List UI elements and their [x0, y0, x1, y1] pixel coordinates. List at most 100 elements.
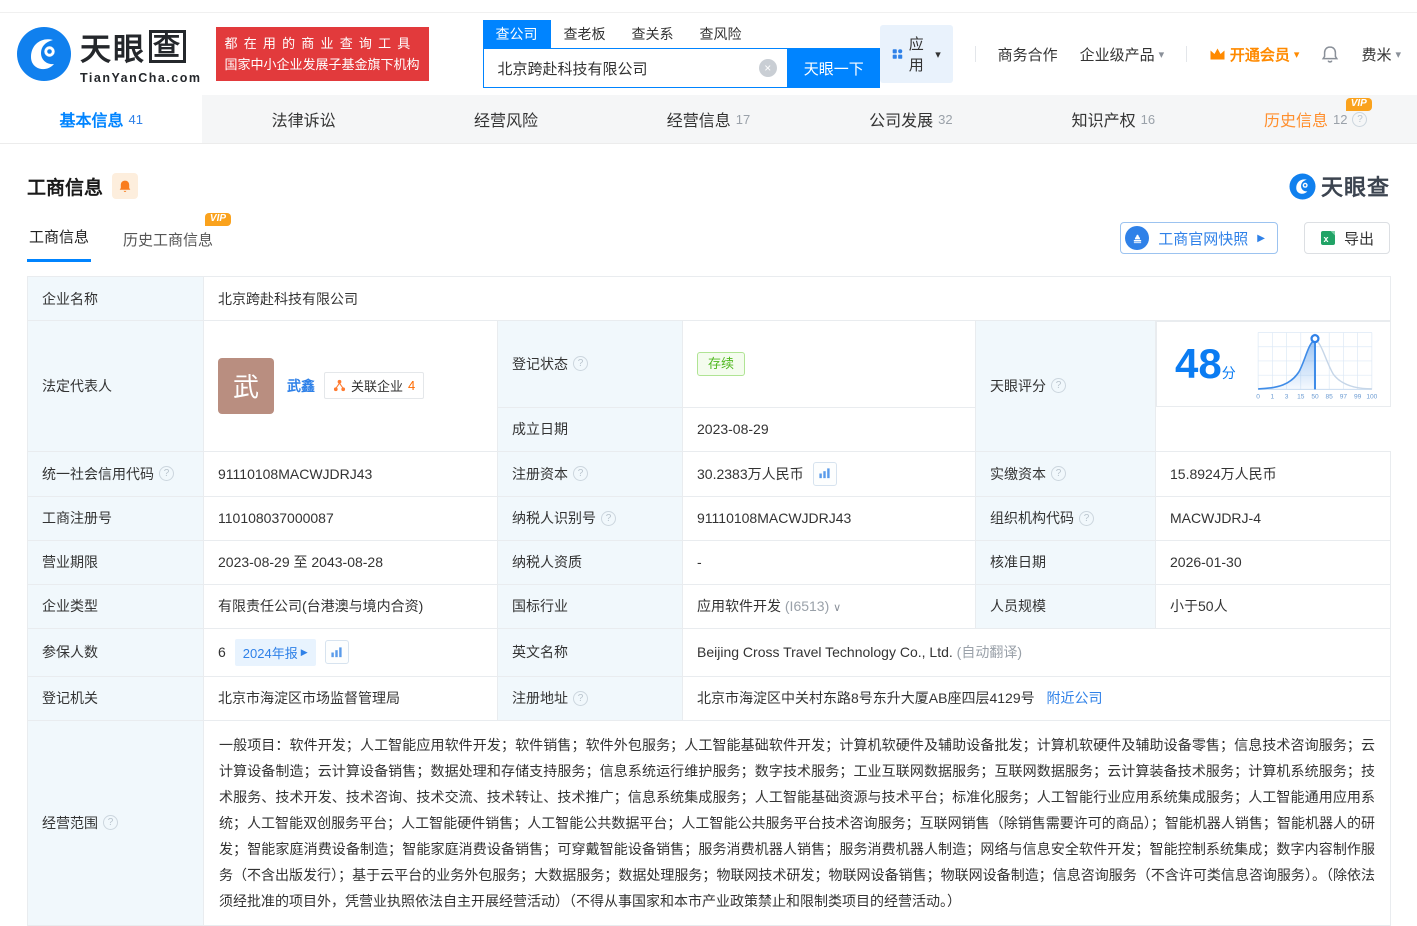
svg-text:100: 100 — [1366, 394, 1377, 401]
tab-operating-risk[interactable]: 经营风险 — [405, 95, 607, 143]
field-label: 纳税人资质 — [497, 539, 683, 585]
field-label: 法定代表人 — [27, 320, 204, 452]
auto-translate-note: (自动翻译) — [956, 644, 1022, 660]
apps-menu-button[interactable]: 应用 ▾ — [879, 25, 953, 83]
score-unit: 分 — [1221, 365, 1236, 381]
field-label: 人员规模 — [975, 583, 1156, 629]
chevron-down-icon: ▾ — [1395, 48, 1401, 61]
export-button[interactable]: x 导出 — [1303, 222, 1390, 254]
help-icon[interactable]: ? — [1352, 111, 1368, 127]
brand-domain: TianYanCha.com — [80, 70, 202, 85]
avatar[interactable]: 武 — [218, 357, 274, 414]
svg-text:x: x — [1323, 234, 1328, 244]
apps-grid-icon — [892, 49, 903, 59]
search-tabs: 查公司 查老板 查关系 查风险 — [482, 20, 880, 48]
crown-icon — [1210, 48, 1225, 59]
capital-trend-icon[interactable] — [812, 461, 837, 486]
nearby-companies-link[interactable]: 附近公司 — [1047, 690, 1103, 706]
svg-text:1: 1 — [1270, 394, 1274, 401]
establish-date-value: 2023-08-29 — [682, 406, 976, 452]
help-icon[interactable]: ? — [103, 815, 118, 830]
related-companies-badge[interactable]: 关联企业 4 — [324, 372, 425, 400]
table-row: 工商注册号 110108037000087 纳税人识别号? 91110108MA… — [27, 495, 1392, 541]
reg-address-cell: 北京市海淀区中关村东路8号东升大厦AB座四层4129号 附近公司 — [681, 675, 1392, 721]
help-icon[interactable]: ? — [1079, 510, 1094, 526]
reg-address-value: 北京市海淀区中关村东路8号东升大厦AB座四层4129号 — [697, 690, 1035, 706]
nav-business-cooperation[interactable]: 商务合作 — [998, 44, 1058, 65]
field-label: 企业类型 — [27, 583, 204, 629]
insured-trend-icon[interactable] — [324, 640, 349, 664]
field-label: 登记状态? — [497, 320, 683, 408]
search-tab-relation[interactable]: 查关系 — [619, 20, 687, 48]
field-label: 成立日期 — [497, 406, 683, 452]
user-menu[interactable]: 费米 ▾ — [1361, 44, 1401, 65]
industry-code: (I6513) — [784, 598, 830, 614]
tianyancha-logo[interactable]: 天眼查 TianYanCha.com — [16, 24, 202, 85]
reg-number-value: 110108037000087 — [203, 495, 498, 541]
subtab-history-business-info[interactable]: VIP 历史工商信息 — [121, 213, 232, 262]
score-cell[interactable]: 48分 0 1 3 15 50 85 97 99 100 — [1156, 321, 1391, 407]
search-tab-risk[interactable]: 查风险 — [687, 20, 755, 48]
field-label: 参保人数 — [27, 627, 204, 677]
search-input[interactable] — [495, 58, 759, 78]
help-icon[interactable]: ? — [573, 466, 588, 481]
tab-legal-litigation[interactable]: 法律诉讼 — [202, 95, 404, 143]
score-value: 48 — [1175, 340, 1222, 387]
svg-text:0: 0 — [1256, 394, 1260, 401]
tianyancha-logo-icon — [1289, 172, 1316, 200]
nav-open-vip[interactable]: 开通会员 ▾ — [1209, 44, 1300, 65]
table-row: 经营范围? 一般项目：软件开发；人工智能应用软件开发；软件销售；软件外包服务；人… — [27, 719, 1392, 926]
field-label: 登记机关 — [27, 675, 204, 721]
industry-cell[interactable]: 应用软件开发 (I6513) ∨ — [682, 583, 976, 629]
legal-rep-name-link[interactable]: 武鑫 — [287, 376, 315, 396]
network-icon — [333, 380, 346, 392]
chevron-down-icon: ▾ — [1158, 48, 1165, 61]
field-label: 工商注册号 — [27, 495, 204, 541]
field-label: 统一社会信用代码? — [27, 450, 204, 497]
site-header: 天眼查 TianYanCha.com 都在用的商业查询工具 国家中小企业发展子基… — [0, 13, 1417, 95]
help-icon[interactable]: ? — [601, 510, 616, 526]
svg-text:97: 97 — [1339, 394, 1347, 401]
help-icon[interactable]: ? — [1051, 378, 1066, 394]
business-scope-value: 一般项目：软件开发；人工智能应用软件开发；软件销售；软件外包服务；人工智能基础软… — [202, 719, 1392, 926]
bell-icon — [1322, 45, 1339, 63]
annual-report-badge[interactable]: 2024年报 ▶ — [234, 638, 316, 666]
apps-label: 应用 — [908, 36, 924, 74]
field-label: 企业名称 — [27, 276, 204, 321]
subscribe-bell-button[interactable] — [112, 173, 139, 199]
help-icon[interactable]: ? — [159, 466, 174, 481]
help-icon[interactable]: ? — [1051, 466, 1066, 481]
tab-basic-info[interactable]: 基本信息 41 — [0, 95, 203, 143]
chevron-down-icon: ▾ — [1293, 48, 1300, 61]
field-label: 核准日期 — [975, 539, 1156, 585]
brand-name: 天眼查 — [80, 24, 202, 69]
legal-rep-cell: 武 武鑫 关联企业 4 — [203, 320, 498, 452]
nav-enterprise-products[interactable]: 企业级产品 ▾ — [1080, 44, 1165, 65]
subtab-row: 工商信息 VIP 历史工商信息 工商官网快照 ▶ x 导出 — [0, 202, 1417, 262]
section-title: 工商信息 — [27, 177, 104, 199]
help-icon[interactable]: ? — [573, 690, 588, 706]
arrow-right-icon: ▶ — [1257, 232, 1265, 244]
svg-text:85: 85 — [1325, 394, 1333, 401]
official-snapshot-button[interactable]: 工商官网快照 ▶ — [1120, 222, 1278, 254]
subtab-business-info[interactable]: 工商信息 — [27, 212, 92, 262]
stamp-icon — [1125, 226, 1150, 250]
tab-history-info[interactable]: VIP 历史信息 12 ? — [1215, 95, 1417, 143]
insured-value: 6 — [218, 644, 226, 660]
search-button[interactable]: 天眼一下 — [787, 48, 880, 88]
reg-status-cell: 存续 — [682, 320, 976, 408]
user-name: 费米 — [1361, 46, 1392, 64]
notification-bell-button[interactable] — [1321, 45, 1339, 64]
help-icon[interactable]: ? — [573, 356, 588, 372]
top-divider — [0, 0, 1417, 13]
table-row: 企业名称 北京跨赴科技有限公司 — [27, 276, 1392, 321]
search-tab-boss[interactable]: 查老板 — [551, 20, 619, 48]
paid-capital-value: 15.8924万人民币 — [1154, 450, 1392, 497]
tab-company-development[interactable]: 公司发展 32 — [810, 95, 1012, 143]
clear-icon[interactable]: × — [758, 59, 777, 77]
tab-intellectual-property[interactable]: 知识产权 16 — [1012, 95, 1214, 143]
tab-operating-info[interactable]: 经营信息 17 — [607, 95, 809, 143]
search-tab-company[interactable]: 查公司 — [482, 20, 551, 48]
company-name-value: 北京跨赴科技有限公司 — [202, 276, 1392, 321]
field-label: 经营范围? — [27, 719, 204, 926]
